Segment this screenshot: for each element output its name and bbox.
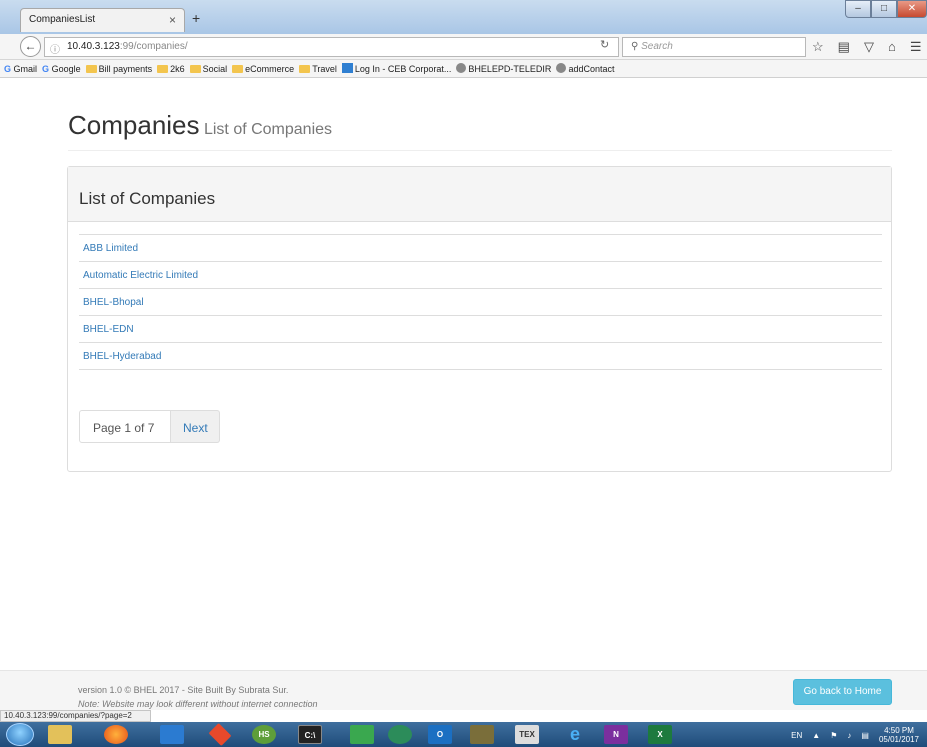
excel-icon[interactable]: X (648, 725, 672, 744)
clock[interactable]: 4:50 PM 05/01/2017 (879, 726, 919, 744)
tab-companies-list[interactable]: CompaniesList × (20, 8, 185, 32)
tab-close-icon[interactable]: × (169, 13, 176, 27)
panel-heading: List of Companies (68, 167, 891, 222)
outlook-icon[interactable]: O (428, 725, 452, 744)
bookmark-bill-payments[interactable]: Bill payments (85, 64, 152, 74)
reload-icon[interactable]: ↻ (600, 38, 609, 51)
hs-app-icon[interactable]: HS (252, 725, 276, 744)
company-link[interactable]: BHEL-Hyderabad (79, 343, 882, 370)
globe-icon (456, 63, 467, 73)
back-arrow-icon[interactable]: ← (20, 36, 41, 57)
bookmark-ceb-login[interactable]: Log In - CEB Corporat... (341, 63, 451, 74)
browser-window: CompaniesList × + – □ ✕ ← ⓘ 10.40.3.123:… (0, 0, 927, 747)
menu-icon[interactable]: ☰ (910, 39, 922, 55)
info-icon[interactable]: ⓘ (50, 41, 60, 56)
version-text: version 1.0 © BHEL 2017 - Site Built By … (78, 685, 289, 695)
companies-panel: List of Companies ABB Limited Automatic … (67, 166, 892, 472)
bookmark-addcontact[interactable]: addContact (556, 63, 614, 74)
url-path: :99/companies/ (119, 41, 188, 52)
language-indicator[interactable]: EN (791, 731, 802, 740)
maximize-icon[interactable]: □ (871, 0, 897, 18)
clock-time: 4:50 PM (884, 726, 914, 735)
system-tray: EN ▲ ⚑ ♪ ▤ 4:50 PM 05/01/2017 (791, 726, 919, 744)
footer-note: Note: Website may look different without… (78, 699, 318, 709)
globe-icon (556, 63, 567, 73)
company-link[interactable]: ABB Limited (79, 235, 882, 262)
search-input[interactable]: ⚲ Search (622, 37, 806, 57)
company-link[interactable]: Automatic Electric Limited (79, 262, 882, 289)
windows-taskbar: HS C:\ O TEX e N X EN ▲ ⚑ ♪ ▤ 4:50 PM 05… (0, 722, 927, 747)
bookmark-2k6[interactable]: 2k6 (157, 64, 185, 74)
powershell-icon[interactable] (160, 725, 184, 744)
toolbar-icons: ☆ ▤ ▽ ⌂ ☰ (812, 39, 921, 55)
link-status-bar: 10.40.3.123:99/companies/?page=2 (0, 710, 151, 722)
android-studio-icon[interactable] (388, 725, 412, 744)
page-subtitle: List of Companies (203, 121, 333, 138)
google-g-icon: G (4, 63, 12, 74)
notepad-plus-icon[interactable] (470, 725, 494, 744)
bookmark-travel[interactable]: Travel (299, 64, 337, 74)
tray-expand-icon[interactable]: ▲ (812, 731, 820, 740)
url-host: 10.40.3.123 (67, 41, 120, 52)
git-icon[interactable] (208, 723, 232, 746)
page-header: Companies List of Companies (68, 110, 892, 151)
folder-icon (85, 64, 97, 73)
tab-title: CompaniesList (29, 14, 96, 25)
navigation-bar: ← ⓘ 10.40.3.123:99/companies/ ↻ ⚲ Search… (0, 34, 927, 60)
site-favicon-icon (341, 63, 353, 73)
clock-date: 05/01/2017 (878, 735, 919, 744)
media-app-icon[interactable] (350, 725, 374, 744)
bookmark-ecommerce[interactable]: eCommerce (232, 64, 294, 74)
folder-icon (299, 64, 311, 73)
start-button-icon[interactable] (6, 723, 34, 746)
pagination: Page 1 of 7 Next (79, 410, 220, 443)
bookmark-social[interactable]: Social (189, 64, 227, 74)
new-tab-icon[interactable]: + (192, 10, 200, 26)
address-bar[interactable]: ⓘ 10.40.3.123:99/companies/ (44, 37, 619, 57)
tex-icon[interactable]: TEX (515, 725, 539, 744)
bookmarks-bar: G Gmail G Google Bill payments 2k6 Socia… (0, 60, 927, 78)
minimize-icon[interactable]: – (845, 0, 871, 18)
folder-icon (157, 64, 169, 73)
title-bar: CompaniesList × + – □ ✕ (0, 0, 927, 34)
volume-icon[interactable]: ♪ (847, 731, 851, 740)
terminal-icon[interactable]: C:\ (298, 725, 322, 744)
company-link[interactable]: BHEL-Bhopal (79, 289, 882, 316)
window-controls: – □ ✕ (845, 0, 927, 20)
bookmarks-library-icon[interactable]: ▤ (838, 39, 850, 55)
company-link[interactable]: BHEL-EDN (79, 316, 882, 343)
go-home-button[interactable]: Go back to Home (793, 679, 892, 705)
close-window-icon[interactable]: ✕ (897, 0, 927, 18)
next-page-button[interactable]: Next (171, 410, 220, 443)
bookmark-bhelepd-teledir[interactable]: BHELEPD-TELEDIR (456, 63, 551, 74)
bookmark-gmail[interactable]: G Gmail (4, 64, 37, 74)
google-g-icon: G (42, 63, 50, 74)
bookmark-google[interactable]: G Google (42, 64, 81, 74)
flag-icon[interactable]: ⚑ (830, 731, 837, 740)
folder-icon (232, 64, 244, 73)
page-footer: version 1.0 © BHEL 2017 - Site Built By … (0, 670, 927, 710)
onenote-icon[interactable]: N (604, 725, 628, 744)
bookmark-star-icon[interactable]: ☆ (812, 39, 824, 55)
network-icon[interactable]: ▤ (861, 731, 869, 740)
search-placeholder: Search (641, 41, 673, 52)
page-title: Companies (68, 110, 200, 140)
search-icon: ⚲ (631, 41, 639, 52)
companies-list: ABB Limited Automatic Electric Limited B… (79, 234, 882, 370)
page-content: Companies List of Companies List of Comp… (0, 79, 927, 670)
home-icon[interactable]: ⌂ (888, 39, 896, 55)
pocket-icon[interactable]: ▽ (864, 39, 874, 55)
file-explorer-icon[interactable] (48, 725, 72, 744)
page-indicator: Page 1 of 7 (79, 410, 171, 443)
internet-explorer-icon[interactable]: e (563, 725, 587, 744)
firefox-icon[interactable] (104, 725, 128, 744)
folder-icon (189, 64, 201, 73)
